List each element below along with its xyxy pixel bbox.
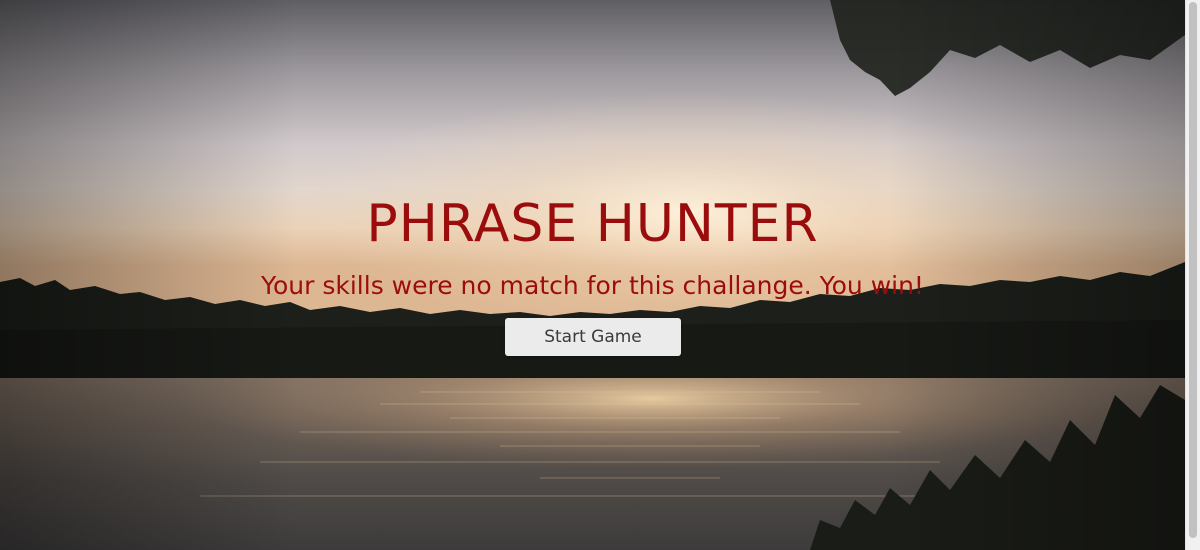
game-overlay-window: PHRASE HUNTER Your skills were no match …: [0, 0, 1200, 550]
game-title: PHRASE HUNTER: [366, 194, 819, 254]
vertical-scrollbar[interactable]: [1185, 0, 1200, 550]
scrollbar-thumb[interactable]: [1189, 2, 1197, 538]
start-overlay: PHRASE HUNTER Your skills were no match …: [0, 0, 1185, 550]
game-result-message: Your skills were no match for this chall…: [261, 271, 924, 300]
overlay-content: PHRASE HUNTER Your skills were no match …: [0, 0, 1185, 550]
start-game-button[interactable]: Start Game: [505, 318, 681, 356]
